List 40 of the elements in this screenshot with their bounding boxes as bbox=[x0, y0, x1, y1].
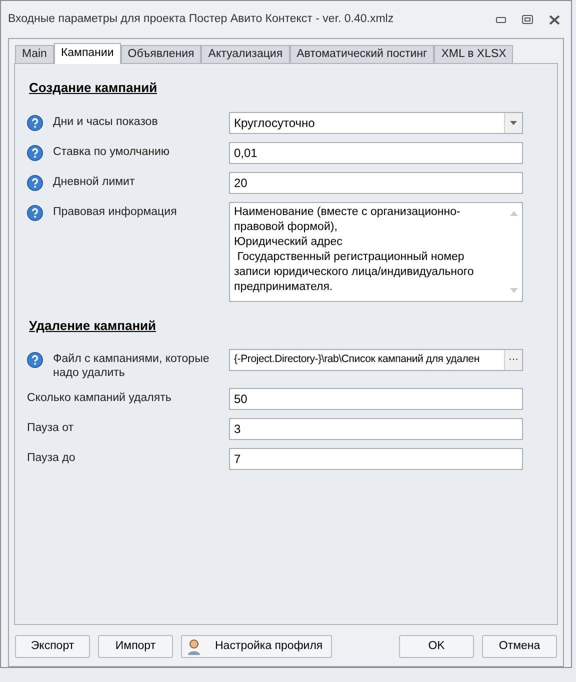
field-label: Ставка по умолчанию bbox=[53, 144, 171, 158]
tab[interactable]: Автоматический постинг bbox=[290, 45, 434, 63]
field-label: Дни и часы показов bbox=[53, 114, 159, 128]
help-icon[interactable] bbox=[27, 352, 43, 368]
tab[interactable]: XML в XLSX bbox=[434, 45, 514, 63]
field-label: Правовая информация bbox=[53, 204, 178, 218]
field-label: Дневной лимит bbox=[53, 174, 136, 188]
help-icon[interactable] bbox=[27, 114, 43, 130]
section-heading: Удаление кампаний bbox=[28, 316, 158, 335]
file-path-field[interactable]: {-Project.Directory-}\rab\Список кампаний для удален ··· bbox=[229, 349, 523, 371]
help-icon[interactable] bbox=[27, 174, 43, 190]
footer-button[interactable]: OK bbox=[399, 635, 474, 658]
close-icon[interactable] bbox=[549, 14, 560, 24]
input-field[interactable]: 20 bbox=[229, 172, 523, 194]
help-icon[interactable] bbox=[27, 204, 43, 220]
footer-button[interactable]: Экспорт bbox=[15, 635, 90, 658]
footer-button[interactable]: Импорт bbox=[98, 635, 173, 658]
dropdown-field[interactable]: Круглосуточно bbox=[229, 112, 523, 134]
user-icon bbox=[187, 638, 201, 654]
tab[interactable]: Кампании bbox=[54, 43, 121, 64]
tab[interactable]: Main bbox=[15, 45, 54, 63]
input-field[interactable]: 7 bbox=[229, 448, 523, 470]
browse-button[interactable]: ··· bbox=[504, 350, 522, 370]
minimize-icon[interactable] bbox=[496, 16, 506, 22]
maximize-icon[interactable] bbox=[522, 15, 533, 24]
section-heading: Создание кампаний bbox=[28, 79, 158, 97]
field-label: Файл с кампаниями, которые надо удалить bbox=[53, 352, 210, 380]
tab[interactable]: Объявления bbox=[120, 45, 202, 63]
footer-button[interactable]: Настройка профиля bbox=[181, 635, 332, 658]
field-label: Сколько кампаний удалять bbox=[27, 391, 172, 405]
input-field[interactable]: 50 bbox=[229, 388, 523, 410]
help-icon[interactable] bbox=[27, 144, 43, 160]
footer-button[interactable]: Отмена bbox=[482, 635, 557, 658]
field-label: Пауза до bbox=[27, 451, 76, 465]
field-label: Пауза от bbox=[27, 421, 74, 435]
tab[interactable]: Актуализация bbox=[201, 45, 290, 63]
input-field[interactable]: 0,01 bbox=[229, 142, 523, 164]
caret-icon bbox=[510, 120, 517, 124]
input-field[interactable]: 3 bbox=[229, 418, 523, 440]
window-title: Входные параметры для проекта Постер Авито Контекст - ver. 0.40.xmlz bbox=[8, 12, 394, 27]
